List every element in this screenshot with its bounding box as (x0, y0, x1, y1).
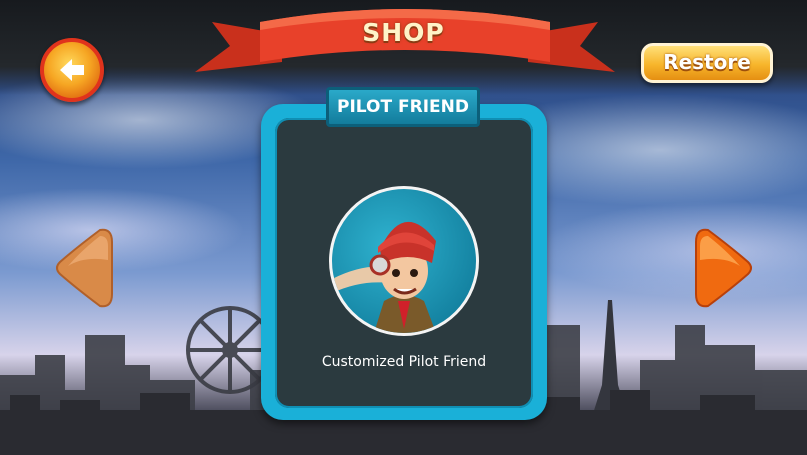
pilot-character-image (332, 221, 436, 333)
item-caption: Customized Pilot Friend (321, 354, 487, 370)
restore-button[interactable]: Restore (641, 43, 773, 83)
panel-title-tab: PILOT FRIEND (326, 87, 480, 127)
back-button[interactable] (40, 38, 104, 102)
back-arrow-icon (60, 59, 84, 81)
next-item-button[interactable] (694, 226, 754, 310)
prev-item-button[interactable] (54, 226, 114, 310)
pilot-friend-avatar[interactable] (329, 186, 479, 336)
